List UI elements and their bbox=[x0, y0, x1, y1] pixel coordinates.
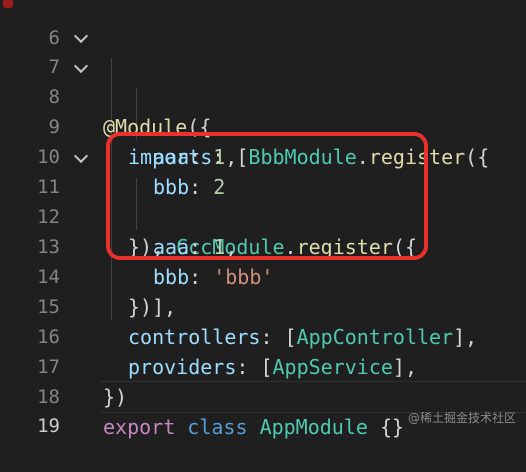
annotation-highlight-box bbox=[106, 132, 428, 260]
line-number: 19 bbox=[37, 415, 60, 437]
watermark: @稀土掘金技术社区 bbox=[407, 411, 516, 425]
code-line: 18 export class AppModule {} bbox=[0, 352, 526, 439]
code-line: 16 providers: [AppService], bbox=[0, 292, 526, 379]
code-editor[interactable]: 6 7 @Module({ 8 imports: [BbbModule.regi… bbox=[0, 0, 526, 439]
code-text[interactable]: export class AppModule {} bbox=[103, 412, 404, 442]
fold-chevron-icon[interactable] bbox=[73, 28, 89, 44]
code-line: 15 controllers: [AppController], bbox=[0, 262, 526, 349]
code-line: 19 bbox=[0, 381, 526, 437]
fold-chevron-icon[interactable] bbox=[73, 148, 89, 164]
code-line: 17 }) bbox=[0, 322, 526, 409]
code-line: 6 bbox=[0, 0, 526, 49]
code-line: 7 @Module({ bbox=[0, 22, 526, 139]
code-line: 8 imports: [BbbModule.register({ bbox=[0, 52, 526, 169]
fold-chevron-icon[interactable] bbox=[73, 58, 89, 74]
code-line: 9 aaa: 1, bbox=[0, 82, 526, 169]
